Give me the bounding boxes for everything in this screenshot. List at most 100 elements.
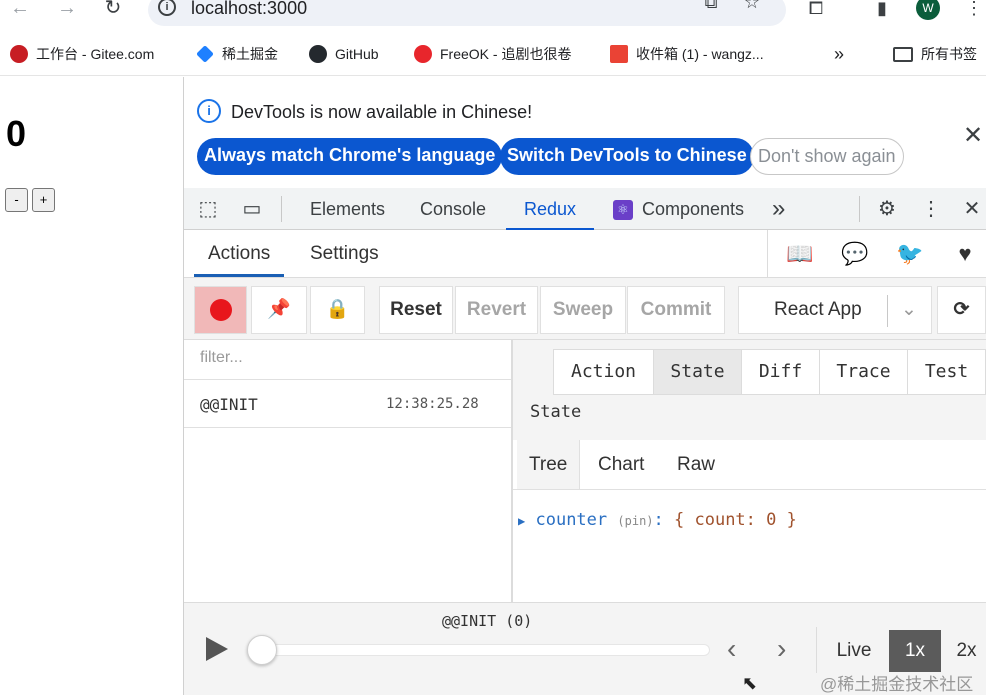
action-name: @@INIT (200, 395, 258, 414)
state-tree-row[interactable]: ▶ counter (pin): { count: 0 } (518, 510, 797, 530)
close-icon[interactable]: ✕ (963, 121, 983, 150)
tab-tree[interactable]: Tree (517, 440, 581, 489)
tab-chart[interactable]: Chart (598, 440, 644, 489)
live-button[interactable]: Live (828, 630, 880, 672)
devtools-tabbar: ⬚ ▭ Elements Console Redux ⚛ Components … (184, 188, 986, 230)
tab-trace[interactable]: Trace (819, 349, 908, 395)
book-icon[interactable]: 📖 (784, 242, 816, 266)
freeok-icon (414, 45, 432, 63)
language-banner: i DevTools is now available in Chinese! … (184, 77, 986, 188)
instance-select[interactable]: React App ⌄ (738, 286, 932, 334)
always-match-language-button[interactable]: Always match Chrome's language (197, 138, 503, 175)
tab-state[interactable]: State (653, 349, 742, 395)
list-item[interactable]: @@INIT 12:38:25.28 (184, 380, 511, 428)
play-icon[interactable] (206, 637, 228, 661)
watermark: @稀土掘金技术社区 (820, 675, 974, 694)
tab-test[interactable]: Test (907, 349, 986, 395)
browser-toolbar: ← → ↻ i localhost:3000 ⧉ ☆ ⧠ ▮ W ⋮ (0, 0, 986, 32)
speed-2x-button[interactable]: 2x (947, 630, 986, 672)
sync-button[interactable]: ⟳ (937, 286, 986, 334)
monitor-pane: Action State Diff Trace Test State Tree … (513, 340, 986, 602)
tab-settings[interactable]: Settings (310, 230, 379, 277)
lock-icon: 🔒 (325, 299, 350, 320)
speed-1x-button[interactable]: 1x (889, 630, 941, 672)
bookmark-star-icon[interactable]: ☆ (740, 0, 764, 14)
gear-icon[interactable]: ⚙ (875, 198, 899, 222)
site-info-icon[interactable]: i (158, 0, 176, 16)
redux-tabs: Actions Settings 📖 💬 🐦 ♥ (184, 230, 986, 278)
pin-button[interactable]: 📌 (251, 286, 307, 334)
view-tabs: Tree Chart Raw (513, 440, 986, 490)
bookmark-github[interactable]: GitHub (309, 44, 379, 64)
filter-input[interactable]: filter... (184, 340, 511, 380)
slider-thumb[interactable] (247, 635, 277, 665)
switch-to-chinese-button[interactable]: Switch DevTools to Chinese (500, 138, 754, 175)
bookmarks-bar: 工作台 - Gitee.com 稀土掘金 GitHub FreeOK - 追剧也… (0, 32, 986, 76)
tab-raw[interactable]: Raw (677, 440, 715, 489)
lock-button[interactable]: 🔒 (310, 286, 365, 334)
menu-icon[interactable]: ⋮ (962, 0, 986, 20)
tab-diff[interactable]: Diff (741, 349, 820, 395)
side-panel-icon[interactable]: ▮ (870, 0, 894, 20)
decrement-button[interactable]: - (5, 188, 28, 212)
divider (281, 196, 282, 222)
device-toolbar-icon[interactable]: ▭ (240, 198, 264, 222)
bookmark-freeok[interactable]: FreeOK - 追剧也很卷 (414, 44, 571, 64)
inspect-element-icon[interactable]: ⬚ (196, 198, 220, 222)
expand-arrow-icon[interactable]: ▶ (518, 514, 525, 528)
increment-button[interactable]: + (32, 188, 55, 212)
url-text[interactable]: localhost:3000 (191, 0, 307, 19)
tab-components[interactable]: Components (642, 188, 744, 230)
chat-icon[interactable]: 💬 (839, 242, 871, 266)
bookmark-juejin[interactable]: 稀土掘金 (196, 44, 278, 64)
action-list: filter... @@INIT 12:38:25.28 (184, 340, 513, 602)
heart-icon[interactable]: ♥ (949, 242, 981, 266)
tab-action[interactable]: Action (553, 349, 654, 395)
more-options-icon[interactable]: ⋮ (919, 198, 943, 222)
redux-toolbar: 📌 🔒 Reset Revert Sweep Commit React App … (184, 278, 986, 340)
bookmarks-overflow-button[interactable]: » (834, 44, 844, 64)
reload-icon[interactable]: ↻ (101, 0, 125, 18)
back-icon[interactable]: ← (8, 0, 32, 18)
bookmark-gmail[interactable]: 收件箱 (1) - wangz... (610, 44, 764, 64)
sync-icon: ⟳ (953, 299, 970, 320)
github-icon (309, 45, 327, 63)
counter-value: 0 (6, 113, 27, 154)
record-icon (209, 298, 232, 321)
twitter-icon[interactable]: 🐦 (894, 242, 926, 266)
extensions-icon[interactable]: ⧠ (804, 0, 828, 20)
translate-icon[interactable]: ⧉ (699, 0, 723, 14)
revert-button[interactable]: Revert (455, 286, 538, 334)
juejin-icon (196, 45, 214, 63)
sweep-button[interactable]: Sweep (540, 286, 626, 334)
pin-link[interactable]: (pin) (617, 514, 653, 528)
forward-icon[interactable]: → (55, 0, 79, 18)
tab-redux[interactable]: Redux (506, 188, 595, 230)
action-time: 12:38:25.28 (386, 396, 479, 412)
address-bar[interactable]: i localhost:3000 ⧉ ☆ (148, 0, 786, 26)
divider (767, 230, 768, 277)
all-bookmarks-folder[interactable]: 所有书签 (893, 44, 977, 64)
close-devtools-icon[interactable]: ✕ (960, 198, 984, 222)
bookmark-label: FreeOK - 追剧也很卷 (440, 46, 572, 62)
step-forward-icon[interactable]: › (777, 633, 786, 665)
slider-track[interactable] (254, 644, 710, 656)
tab-elements[interactable]: Elements (310, 188, 385, 230)
bookmark-label: GitHub (335, 46, 379, 62)
commit-button[interactable]: Commit (627, 286, 725, 334)
panel-title: State (530, 402, 582, 422)
tab-actions[interactable]: Actions (194, 230, 285, 277)
reset-button[interactable]: Reset (379, 286, 453, 334)
slider-label: @@INIT (0) (442, 612, 533, 630)
step-back-icon[interactable]: ‹ (727, 633, 736, 665)
app-page: 0 - + (0, 77, 184, 695)
tab-console[interactable]: Console (420, 188, 486, 230)
more-tabs-button[interactable]: » (772, 188, 785, 230)
record-button[interactable] (194, 286, 247, 334)
bookmark-gitee[interactable]: 工作台 - Gitee.com (10, 44, 154, 64)
avatar[interactable]: W (916, 0, 940, 20)
mouse-cursor-icon: ⬉ (742, 673, 758, 693)
dont-show-again-button[interactable]: Don't show again (750, 138, 904, 175)
bookmark-label: 稀土掘金 (222, 46, 278, 62)
react-icon: ⚛ (613, 200, 633, 220)
